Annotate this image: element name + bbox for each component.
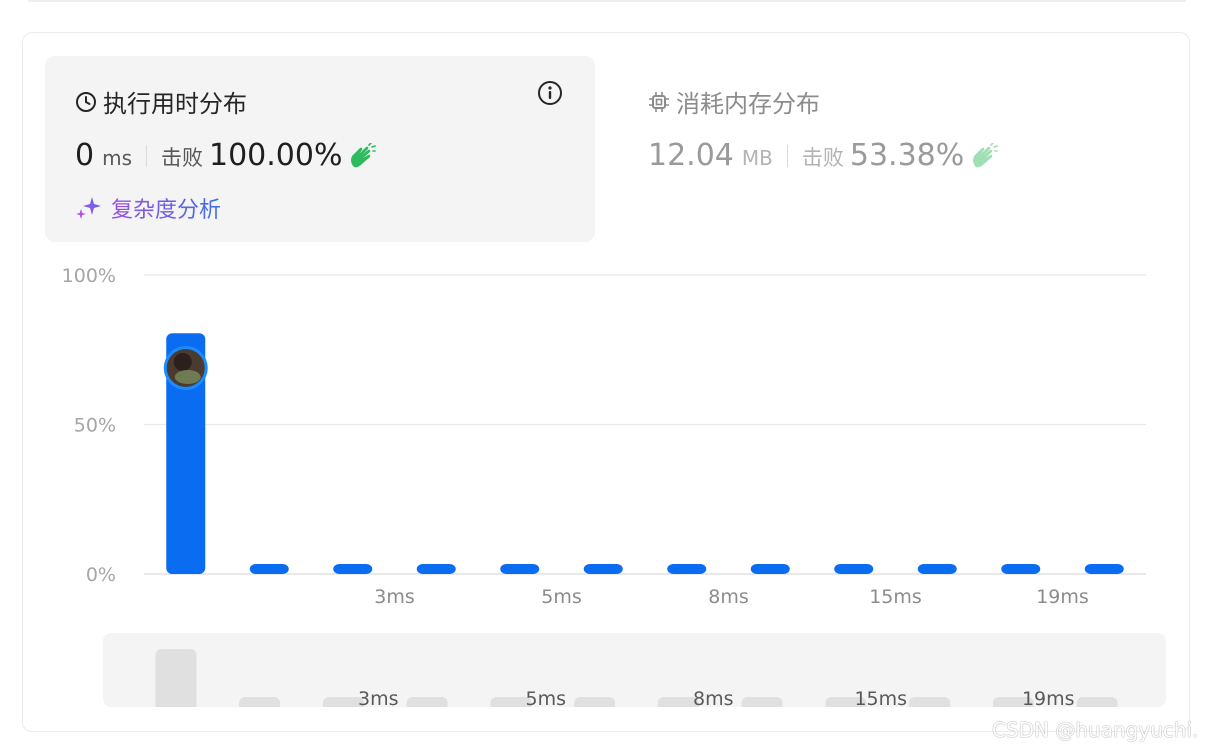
chart-bar[interactable] (500, 564, 540, 574)
chart-bar[interactable] (1001, 564, 1041, 574)
chart-bar[interactable] (834, 564, 874, 574)
chart-bar[interactable] (667, 564, 707, 574)
overview-bar (239, 697, 281, 707)
overview-tick-label: 19ms (1022, 688, 1075, 707)
chart-bar[interactable] (583, 564, 623, 574)
y-tick-label: 100% (62, 265, 116, 287)
overview-bar (155, 649, 197, 707)
watermark: CSDN @huangyuchi. (992, 718, 1199, 742)
overview-chart: 3ms 5ms 8ms 15ms 19ms (155, 649, 1118, 707)
avatar-shirt (174, 370, 201, 384)
chart-bar[interactable] (249, 564, 289, 574)
chart-bar[interactable] (1084, 564, 1124, 574)
overview-bar (741, 697, 783, 707)
runtime-distribution-chart: 0% 50% 100% 3ms 5ms 8ms 15ms 19ms (62, 265, 1146, 608)
overview-tick-label: 8ms (693, 688, 734, 707)
overview-tick-label: 15ms (854, 688, 907, 707)
user-avatar[interactable] (163, 346, 208, 390)
overview-tick-label: 3ms (358, 688, 399, 707)
overview-bar (1076, 697, 1118, 707)
chart-bar[interactable] (750, 564, 790, 574)
x-tick-label: 15ms (869, 586, 922, 608)
chart-bar[interactable] (917, 564, 957, 574)
chart-bar[interactable] (416, 564, 456, 574)
range-overview[interactable]: 3ms 5ms 8ms 15ms 19ms (103, 633, 1166, 707)
y-tick-label: 50% (74, 415, 116, 437)
x-tick-label: 5ms (541, 586, 582, 608)
overview-bar (574, 697, 616, 707)
y-tick-label: 0% (86, 564, 116, 586)
overview-bar (406, 697, 448, 707)
avatar-hair (173, 353, 192, 371)
x-tick-label: 3ms (374, 586, 415, 608)
overview-bar (909, 697, 951, 707)
x-tick-label: 8ms (708, 586, 749, 608)
chart-bar[interactable] (333, 564, 373, 574)
overview-tick-label: 5ms (526, 688, 567, 707)
x-tick-label: 19ms (1036, 586, 1089, 608)
